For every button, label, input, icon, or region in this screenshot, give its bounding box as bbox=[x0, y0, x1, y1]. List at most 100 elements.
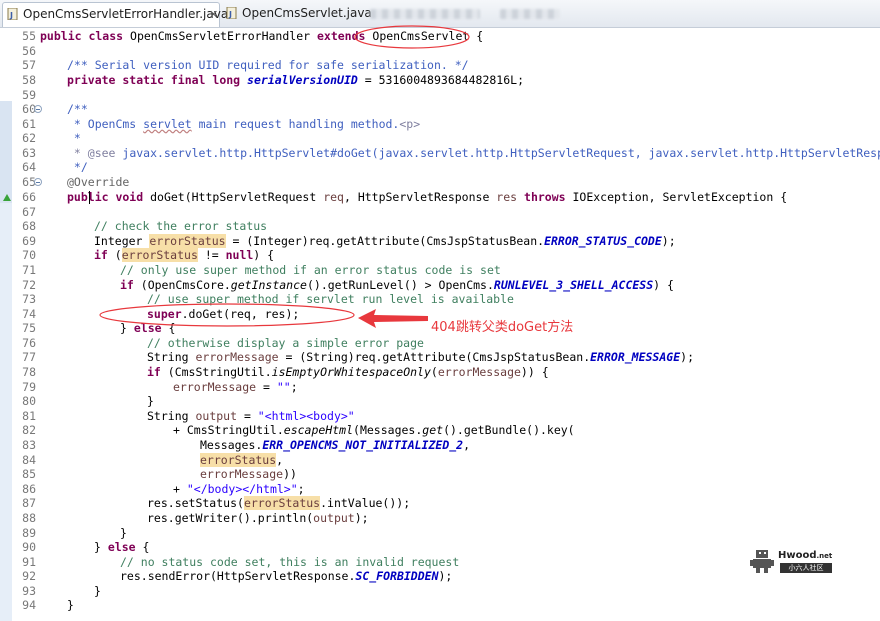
line-number: 58 bbox=[22, 73, 36, 87]
line-number: 80 bbox=[22, 394, 36, 408]
code-line-68[interactable]: // check the error status bbox=[94, 219, 267, 234]
annotation-overlay bbox=[99, 25, 470, 328]
svg-text:J: J bbox=[228, 10, 232, 19]
vertical-ruler-highlight bbox=[0, 203, 12, 621]
code-line-70[interactable]: if (errorStatus != null) { bbox=[94, 248, 274, 263]
line-number: 73 bbox=[22, 292, 36, 306]
line-number: 89 bbox=[22, 526, 36, 540]
code-line-85[interactable]: errorMessage)) bbox=[200, 467, 297, 482]
code-line-69[interactable]: Integer errorStatus = (Integer)req.getAt… bbox=[94, 234, 676, 249]
line-number: 74 bbox=[22, 307, 36, 321]
line-number: 85 bbox=[22, 467, 36, 481]
line-number: 91 bbox=[22, 555, 36, 569]
code-line-62[interactable]: * bbox=[67, 131, 81, 146]
code-line-74[interactable]: super.doGet(req, res); bbox=[147, 307, 299, 322]
fold-toggle-icon[interactable] bbox=[34, 178, 42, 186]
line-number: 71 bbox=[22, 263, 36, 277]
line-number: 63 bbox=[22, 146, 36, 160]
watermark-robot-icon bbox=[750, 550, 774, 573]
line-number: 60 bbox=[22, 102, 36, 116]
line-number: 83 bbox=[22, 438, 36, 452]
code-line-65[interactable]: @Override bbox=[67, 175, 129, 190]
line-number: 88 bbox=[22, 511, 36, 525]
code-line-73[interactable]: // use super method if servlet run level… bbox=[147, 292, 514, 307]
java-file-icon: J bbox=[7, 8, 18, 20]
line-number: 62 bbox=[22, 131, 36, 145]
code-line-89[interactable]: } bbox=[120, 526, 127, 541]
line-number: 93 bbox=[22, 584, 36, 598]
line-number: 66 bbox=[22, 190, 36, 204]
close-icon[interactable]: ✕ bbox=[209, 3, 218, 26]
line-number: 84 bbox=[22, 453, 36, 467]
line-number: 87 bbox=[22, 496, 36, 510]
line-number: 68 bbox=[22, 219, 36, 233]
fold-toggle-icon[interactable] bbox=[34, 105, 42, 113]
line-number: 79 bbox=[22, 380, 36, 394]
code-line-66[interactable]: public void doGet(HttpServletRequest req… bbox=[67, 190, 787, 205]
code-line-60[interactable]: /** bbox=[67, 102, 88, 117]
line-number: 64 bbox=[22, 160, 36, 174]
line-number: 90 bbox=[22, 540, 36, 554]
blurred-tab bbox=[500, 9, 560, 19]
tab-label: OpenCmsServlet.java bbox=[242, 6, 372, 20]
code-line-84[interactable]: errorStatus, bbox=[200, 453, 283, 468]
line-number: 61 bbox=[22, 117, 36, 131]
code-line-79[interactable]: errorMessage = ""; bbox=[173, 380, 298, 395]
tab-opencmsservleterrorhandler[interactable]: J OpenCmsServletErrorHandler.java ✕ bbox=[2, 2, 228, 27]
code-line-91[interactable]: // no status code set, this is an invali… bbox=[120, 555, 459, 570]
annotation-arrow bbox=[358, 309, 428, 328]
code-line-72[interactable]: if (OpenCmsCore.getInstance().getRunLeve… bbox=[120, 278, 674, 293]
line-number: 72 bbox=[22, 278, 36, 292]
line-number: 67 bbox=[22, 205, 36, 219]
code-line-77[interactable]: String errorMessage = (String)req.getAtt… bbox=[147, 350, 694, 365]
code-line-71[interactable]: // only use super method if an error sta… bbox=[120, 263, 501, 278]
tab-label: OpenCmsServletErrorHandler.java bbox=[23, 7, 229, 21]
line-number: 82 bbox=[22, 423, 36, 437]
code-line-88[interactable]: res.getWriter().println(output); bbox=[147, 511, 369, 526]
text-cursor bbox=[89, 191, 90, 204]
code-line-76[interactable]: // otherwise display a simple error page bbox=[147, 336, 424, 351]
code-line-87[interactable]: res.setStatus(errorStatus.intValue()); bbox=[147, 496, 410, 511]
line-number: 56 bbox=[22, 44, 36, 58]
code-line-58[interactable]: private static final long serialVersionU… bbox=[67, 73, 524, 88]
override-marker-icon bbox=[3, 194, 11, 201]
line-number: 55 bbox=[22, 29, 36, 43]
line-number: 57 bbox=[22, 58, 36, 72]
line-number: 70 bbox=[22, 248, 36, 262]
code-line-90[interactable]: } else { bbox=[94, 540, 149, 555]
watermark-subtitle: 小六人社区 bbox=[780, 563, 832, 573]
line-number: 86 bbox=[22, 482, 36, 496]
line-number: 94 bbox=[22, 598, 36, 612]
code-line-94[interactable]: } bbox=[67, 598, 74, 613]
code-line-92[interactable]: res.sendError(HttpServletResponse.SC_FOR… bbox=[120, 569, 452, 584]
code-line-81[interactable]: String output = "<html><body>" bbox=[147, 409, 355, 424]
line-number: 59 bbox=[22, 88, 36, 102]
code-line-83[interactable]: Messages.ERR_OPENCMS_NOT_INITIALIZED_2, bbox=[200, 438, 470, 453]
code-line-82[interactable]: + CmsStringUtil.escapeHtml(Messages.get(… bbox=[173, 423, 575, 438]
line-number: 76 bbox=[22, 336, 36, 350]
java-file-icon: J bbox=[226, 7, 237, 19]
line-number: 92 bbox=[22, 569, 36, 583]
code-line-80[interactable]: } bbox=[147, 394, 154, 409]
blurred-tab bbox=[370, 9, 480, 19]
code-line-93[interactable]: } bbox=[94, 584, 101, 599]
line-number: 75 bbox=[22, 321, 36, 335]
code-line-55[interactable]: public class OpenCmsServletErrorHandler … bbox=[40, 29, 483, 44]
line-number: 81 bbox=[22, 409, 36, 423]
vertical-ruler-highlight bbox=[0, 101, 12, 203]
line-number: 65 bbox=[22, 175, 36, 189]
code-line-78[interactable]: if (CmsStringUtil.isEmptyOrWhitespaceOnl… bbox=[147, 365, 549, 380]
svg-text:J: J bbox=[9, 11, 13, 20]
code-line-75[interactable]: } else { bbox=[120, 321, 175, 336]
annotation-text: 404跳转父类doGet方法 bbox=[431, 320, 574, 335]
code-line-64[interactable]: */ bbox=[67, 160, 88, 175]
line-number: 77 bbox=[22, 350, 36, 364]
code-line-57[interactable]: /** Serial version UID required for safe… bbox=[67, 58, 469, 73]
line-number: 78 bbox=[22, 365, 36, 379]
watermark-title: Hwood.net bbox=[778, 550, 833, 561]
code-line-86[interactable]: + "</body></html>"; bbox=[173, 482, 305, 497]
editor-tab-bar: J OpenCmsServletErrorHandler.java ✕ J Op… bbox=[0, 0, 880, 28]
code-line-61[interactable]: * OpenCms servlet main request handling … bbox=[67, 117, 420, 132]
code-line-63[interactable]: * @see javax.servlet.http.HttpServlet#do… bbox=[67, 146, 880, 161]
tab-opencmsservlet[interactable]: J OpenCmsServlet.java bbox=[222, 2, 372, 25]
